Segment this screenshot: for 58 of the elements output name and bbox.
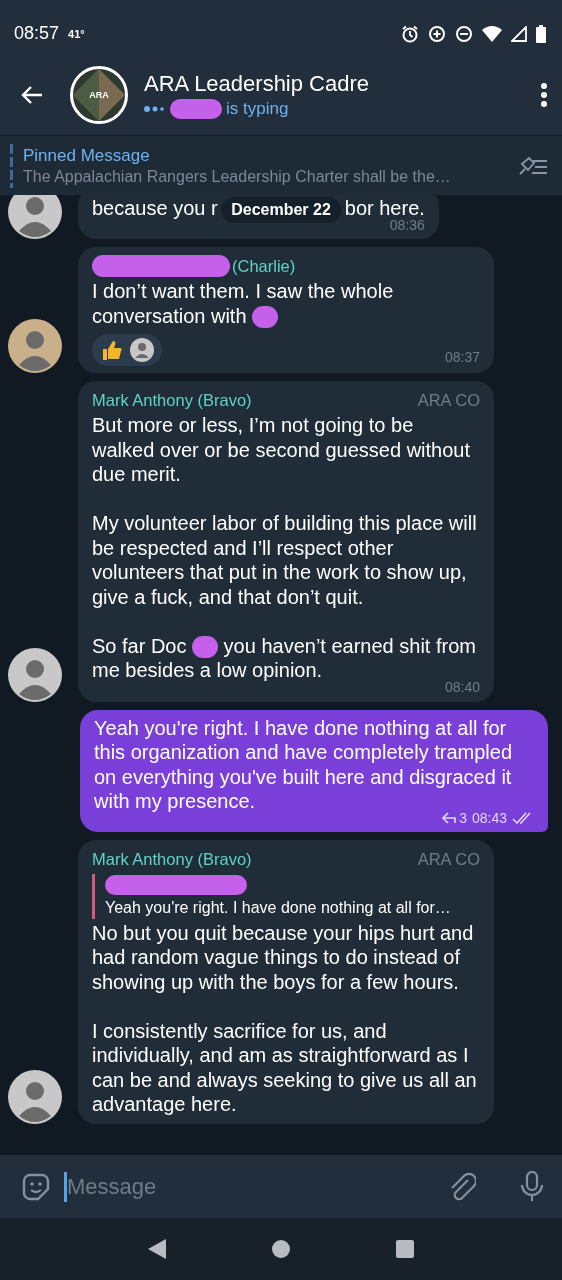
date-badge: December 22 bbox=[221, 197, 341, 223]
message-input[interactable]: Message bbox=[64, 1171, 436, 1202]
message-text: So far Doc bbox=[92, 634, 187, 657]
message-text: But more or less, I’m not going to be walked over or be second guessed without due merit. bbox=[92, 414, 470, 486]
microphone-icon bbox=[520, 1170, 544, 1203]
typing-status: is typing bbox=[226, 99, 289, 119]
message-bubble[interactable] bbox=[78, 839, 494, 1124]
message-text: you haven’t earned shit from bbox=[223, 634, 476, 657]
reaction-chip[interactable] bbox=[92, 334, 162, 367]
thumbs-up-icon bbox=[100, 338, 124, 363]
do-not-disturb-icon bbox=[455, 24, 473, 43]
message-text: No but you quit because your hips hurt and had random vague things to do instead of showing up with the boys for a few hours. bbox=[92, 921, 474, 993]
sender-name[interactable]: Mark Anthony (Bravo) bbox=[92, 847, 252, 870]
pinned-message-text[interactable]: The Appalachian Rangers Leadership Charter shall be the… bbox=[23, 167, 516, 186]
avatar-logo-text: ARA bbox=[89, 90, 109, 100]
back-nav-icon bbox=[147, 1238, 167, 1260]
message-text: My volunteer labor of building this place will be respected and I’ll respect other volunteers that put in the work to show up, give a fuck, and that don’t quit. bbox=[92, 512, 477, 608]
message-text: conversation with bbox=[92, 304, 247, 327]
quoted-reply[interactable]: Yeah you're right. I have done nothing at all for… bbox=[92, 873, 480, 919]
sender-name[interactable]: (Charlie) bbox=[232, 255, 296, 277]
message-time: 08:37 bbox=[444, 348, 480, 367]
user-avatar[interactable] bbox=[8, 647, 62, 702]
reactor-avatar bbox=[130, 338, 154, 363]
message-text: me besides a low opinion. bbox=[92, 659, 323, 682]
pinned-label: Pinned Message bbox=[23, 145, 151, 166]
message-text: I don’t want them. I saw the whole bbox=[92, 280, 394, 302]
signal-icon bbox=[511, 25, 527, 42]
quoted-text: Yeah you're right. I have done nothing at all for… bbox=[105, 897, 452, 918]
message-time: 08:40 bbox=[444, 678, 480, 697]
message-text: because you r bbox=[92, 196, 218, 219]
member-title: ARA CO bbox=[417, 848, 480, 870]
typing-dots-icon bbox=[144, 105, 166, 113]
user-avatar[interactable] bbox=[8, 1069, 62, 1124]
wifi-icon bbox=[482, 25, 502, 42]
redaction-mark bbox=[192, 636, 219, 659]
redaction-mark bbox=[170, 99, 222, 119]
user-avatar[interactable] bbox=[8, 319, 62, 374]
message-bubble[interactable]: (Charlie) I don’t want them. I saw the whole conversation with 08:37 bbox=[78, 247, 494, 374]
home-nav-icon bbox=[271, 1239, 291, 1259]
outgoing-message-bubble[interactable]: Yeah you're right. I have done nothing at all for this organization and have completely trampled on everything you've built here and disgraced it with my presence. 3 08:43 bbox=[80, 709, 548, 832]
more-menu-icon bbox=[540, 82, 548, 108]
sender-name[interactable]: Mark Anthony (Bravo) bbox=[92, 389, 252, 412]
temperature: 41° bbox=[68, 27, 85, 40]
back-arrow-icon bbox=[20, 85, 44, 105]
battery-icon bbox=[536, 24, 546, 43]
reply-arrow-icon bbox=[442, 812, 457, 825]
clock-time: 08:57 bbox=[14, 23, 60, 44]
redaction-mark bbox=[252, 306, 279, 329]
data-saver-icon bbox=[428, 24, 446, 43]
message-composer-bar[interactable]: Message bbox=[0, 1155, 562, 1218]
group-avatar[interactable]: ARA bbox=[70, 66, 128, 124]
user-avatar[interactable] bbox=[8, 195, 62, 239]
recents-nav-icon bbox=[395, 1239, 415, 1259]
message-bubble[interactable] bbox=[78, 381, 494, 702]
message-text: I consistently sacrifice for us, and individually, and am as straightforward as I can be and always seeking to give us all an advantage here. bbox=[92, 1019, 477, 1116]
chat-title: ARA Leadership Cadre bbox=[144, 71, 371, 97]
member-title: ARA CO bbox=[417, 390, 480, 412]
alarm-icon bbox=[401, 24, 419, 43]
